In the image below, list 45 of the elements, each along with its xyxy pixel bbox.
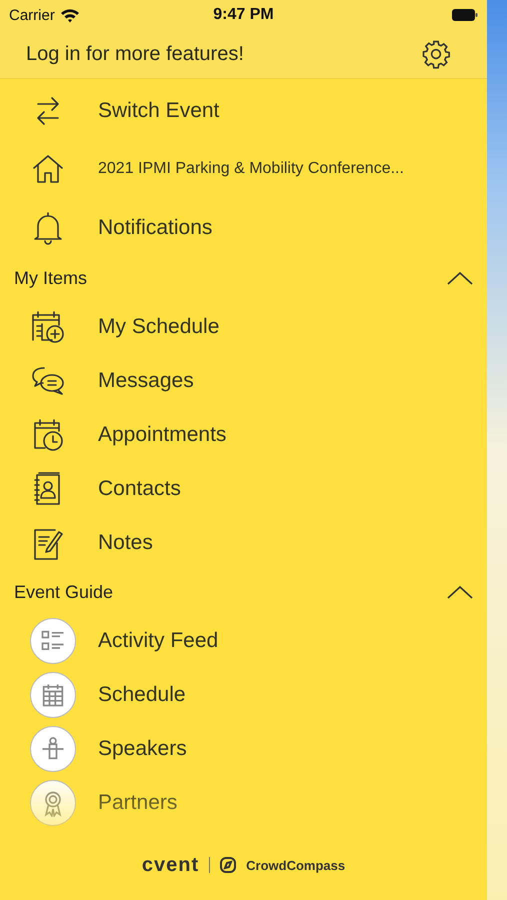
menu-item-label: Activity Feed xyxy=(98,629,218,653)
menu-item-label: Appointments xyxy=(98,423,226,447)
menu-item-label: My Schedule xyxy=(98,315,220,339)
ribbon-icon xyxy=(30,780,76,826)
menu-item-label: Speakers xyxy=(98,737,187,761)
menu-item[interactable]: Contacts xyxy=(0,462,487,516)
chevron-up-icon[interactable] xyxy=(447,585,473,599)
menu-item[interactable]: Schedule xyxy=(0,668,487,722)
menu-item-label: Messages xyxy=(98,369,194,393)
menu-item-label: Notifications xyxy=(98,216,212,240)
battery-icon xyxy=(452,9,478,21)
menu-item[interactable]: 2021 IPMI Parking & Mobility Conference... xyxy=(0,139,487,199)
list-icon xyxy=(30,618,76,664)
menu-item-label: Switch Event xyxy=(98,98,220,122)
calendar-icon xyxy=(30,672,76,718)
menu-item[interactable]: Partners xyxy=(0,776,487,830)
menu-item[interactable]: Notifications xyxy=(0,199,487,256)
person-icon xyxy=(30,726,76,772)
chevron-up-icon[interactable] xyxy=(447,271,473,285)
brand-logo: cvent xyxy=(142,854,200,876)
menu-item[interactable]: Notes xyxy=(0,516,487,570)
menu-item[interactable]: Messages xyxy=(0,354,487,408)
login-banner[interactable]: Log in for more features! xyxy=(0,30,487,79)
time-label: 9:47 PM xyxy=(213,6,274,24)
calendar-plus-icon xyxy=(30,309,66,345)
menu-item[interactable]: Appointments xyxy=(0,408,487,462)
menu-item-label: Partners xyxy=(98,791,178,815)
section-title: Event Guide xyxy=(14,582,114,602)
menu-item-label: Notes xyxy=(98,531,153,555)
settings-icon[interactable] xyxy=(421,39,451,69)
carrier-label: Carrier xyxy=(9,6,55,24)
menu-item[interactable]: Speakers xyxy=(0,722,487,776)
menu-item-label: Contacts xyxy=(98,477,181,501)
section-header[interactable]: Event Guide xyxy=(0,570,487,614)
menu-item-label: Schedule xyxy=(98,683,186,707)
compass-logo-icon xyxy=(220,857,236,873)
section-header[interactable]: My Items xyxy=(0,256,487,300)
menu-item[interactable]: Switch Event xyxy=(0,82,487,139)
login-prompt: Log in for more features! xyxy=(26,42,244,66)
menu-item[interactable]: Activity Feed xyxy=(0,614,487,668)
menu-item-label: 2021 IPMI Parking & Mobility Conference... xyxy=(98,160,404,178)
partner-logo: CrowdCompass xyxy=(246,858,346,872)
menu-item[interactable]: My Schedule xyxy=(0,300,487,354)
section-title: My Items xyxy=(14,268,88,288)
wifi-icon xyxy=(60,8,80,22)
